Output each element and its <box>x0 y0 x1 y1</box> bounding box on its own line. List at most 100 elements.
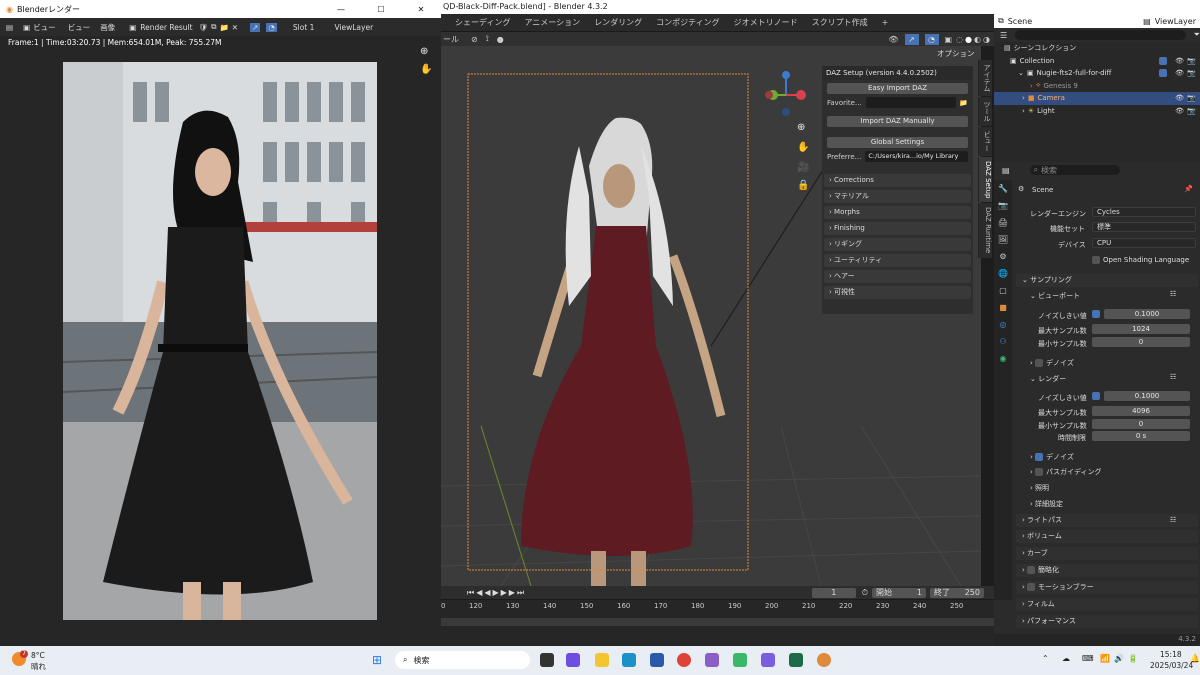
constraints-tab-icon[interactable]: ⚇ <box>994 337 1012 346</box>
task-view-icon[interactable] <box>540 653 554 667</box>
visibility-icon[interactable]: 👁 <box>888 35 898 44</box>
rendered-shading-icon[interactable]: ◑ <box>983 35 990 44</box>
view-menu-2[interactable]: ビュー <box>68 22 91 33</box>
gizmo-toggle-icon[interactable]: ↗ <box>904 33 919 45</box>
file-explorer-icon[interactable] <box>595 653 609 667</box>
performance-panel[interactable]: › パフォーマンス <box>1016 615 1198 628</box>
tab-view[interactable]: ビュー <box>978 127 992 156</box>
tree-item-nugie[interactable]: ⌄ ▣ Nugie-fts2-full-for-diff 👁 📷 <box>994 67 1200 80</box>
current-frame-field[interactable]: 1 <box>811 587 856 598</box>
zoom-icon[interactable]: ⊕ <box>797 122 805 133</box>
eye-icon[interactable]: 👁 <box>1175 107 1184 115</box>
edge-icon[interactable] <box>622 653 636 667</box>
section-rigging[interactable]: › リギング <box>824 238 971 251</box>
view-layer-selector[interactable]: ViewLayer <box>334 23 373 32</box>
data-tab-icon[interactable]: ◉ <box>994 354 1012 363</box>
expand-chevron-icon[interactable]: › <box>1022 107 1025 115</box>
output-tab-icon[interactable]: 🖨 <box>994 218 1012 227</box>
motion-blur-panel[interactable]: › モーションブラー <box>1016 581 1198 594</box>
app-icon-4[interactable] <box>789 653 803 667</box>
view-menu[interactable]: ビュー <box>33 22 56 33</box>
viewport-menu-partial[interactable]: ール <box>443 34 459 45</box>
editor-type-icon[interactable]: ▤ <box>1002 166 1010 175</box>
section-morphs[interactable]: › Morphs <box>824 206 971 219</box>
easy-import-daz-button[interactable]: Easy Import DAZ <box>827 83 968 94</box>
display-mode-icon[interactable]: ☰ <box>1000 31 1007 40</box>
vp-noise-threshold-field[interactable]: 0.1000 <box>1104 309 1190 319</box>
expand-chevron-icon[interactable]: › <box>1030 82 1033 90</box>
curves-panel[interactable]: › カーブ <box>1016 547 1198 560</box>
store-icon[interactable] <box>650 653 664 667</box>
wifi-icon[interactable]: 📶 <box>1100 654 1110 663</box>
render-icon[interactable]: 📷 <box>1187 69 1196 77</box>
import-daz-manually-button[interactable]: Import DAZ Manually <box>827 116 968 127</box>
tree-item-collection[interactable]: ▣ Collection 👁 📷 <box>994 55 1200 68</box>
notification-bell-icon[interactable]: 🔔 <box>1190 654 1200 663</box>
tool-icon[interactable]: ↗ <box>250 22 261 32</box>
layers-icon[interactable]: ▤ <box>1143 17 1151 26</box>
section-materials[interactable]: › マテリアル <box>824 190 971 203</box>
clock-date[interactable]: 2025/03/24 <box>1150 661 1193 670</box>
physics-tab-icon[interactable]: ◎ <box>994 320 1012 329</box>
start-button[interactable]: ⊞ <box>372 653 386 667</box>
world-tab-icon[interactable]: 🌐 <box>994 269 1012 278</box>
global-settings-button[interactable]: Global Settings <box>827 137 968 148</box>
lights-subpanel[interactable]: › 照明 <box>1030 483 1049 493</box>
checkbox[interactable] <box>1159 56 1167 65</box>
options-menu[interactable]: オプション <box>937 48 975 59</box>
film-panel[interactable]: › フィルム <box>1016 598 1198 611</box>
vp-max-samples-field[interactable]: 1024 <box>1092 324 1190 334</box>
timeline-scrollbar[interactable] <box>441 618 994 626</box>
tab-tool[interactable]: ツール <box>978 97 992 126</box>
fake-user-icon[interactable]: 🛡 <box>199 23 209 32</box>
tree-root[interactable]: ▤ シーンコレクション <box>994 42 1200 55</box>
unlink-icon[interactable]: ✕ <box>232 23 238 32</box>
osl-checkbox-row[interactable]: Open Shading Language <box>1092 256 1189 264</box>
eye-icon[interactable]: 👁 <box>1175 94 1184 102</box>
list-icon[interactable]: ☷ <box>1170 290 1176 298</box>
zoom-icon[interactable]: ⊕ <box>420 46 428 57</box>
filter-icon[interactable]: ⏷ <box>1194 30 1200 40</box>
xray-icon[interactable]: ▣ <box>945 35 953 44</box>
osl-checkbox[interactable] <box>1092 256 1100 264</box>
advanced-subpanel[interactable]: › 詳細設定 <box>1030 499 1063 509</box>
weather-temp[interactable]: 8°C <box>31 651 45 660</box>
render-noise-checkbox[interactable] <box>1092 392 1100 400</box>
view-mode-icon[interactable]: ▣ <box>23 23 30 32</box>
view-layer-tab-icon[interactable]: 🖼 <box>994 235 1012 244</box>
end-frame-field[interactable]: 終了 250 <box>930 587 984 598</box>
tab-rendering[interactable]: レンダリング <box>594 17 642 28</box>
view-layer-selector[interactable]: ViewLayer <box>1155 17 1196 26</box>
section-finishing[interactable]: › Finishing <box>824 222 971 235</box>
render-icon[interactable]: 📷 <box>1187 107 1196 115</box>
eye-icon[interactable]: 👁 <box>1175 69 1184 77</box>
transform-orientation-icon[interactable]: ⊘ <box>471 35 478 44</box>
expand-chevron-icon[interactable]: ⌄ <box>1018 69 1024 77</box>
start-frame-field[interactable]: 開始 1 <box>872 587 926 598</box>
vp-noise-checkbox[interactable] <box>1092 310 1100 318</box>
tree-item-camera[interactable]: › ■ Camera 👁 📷 <box>994 92 1200 105</box>
tool-tab-icon[interactable]: 🔧 <box>994 184 1012 193</box>
render-icon[interactable]: 📷 <box>1187 57 1196 65</box>
solid-shading-icon[interactable]: ● <box>965 35 972 44</box>
path-guiding-subpanel[interactable]: › パスガイディング <box>1030 467 1102 477</box>
object-tab-icon[interactable]: ■ <box>994 303 1012 312</box>
tab-daz-setup[interactable]: DAZ Setup <box>978 157 992 203</box>
tree-item-genesis[interactable]: › ⟡ Genesis 9 <box>994 80 1200 93</box>
tab-shading[interactable]: シェーディング <box>455 17 510 28</box>
checkbox[interactable] <box>1159 69 1167 78</box>
weather-condition[interactable]: 晴れ <box>31 661 46 672</box>
chrome-icon[interactable] <box>677 653 691 667</box>
volumes-panel[interactable]: › ボリューム <box>1016 530 1198 543</box>
denoise-checkbox[interactable] <box>1035 453 1044 461</box>
simplify-checkbox[interactable] <box>1027 566 1036 574</box>
section-visibility[interactable]: › 可視性 <box>824 286 971 299</box>
pan-hand-icon[interactable]: ✋ <box>420 64 432 75</box>
daz-panel-header[interactable]: DAZ Setup (version 4.4.0.2502) <box>822 66 973 80</box>
lock-icon[interactable]: 🔒 <box>797 180 809 191</box>
scene-tab-icon[interactable]: ⚙ <box>994 252 1012 261</box>
favorite-field[interactable] <box>865 97 957 108</box>
render-min-samples-field[interactable]: 0 <box>1092 419 1190 429</box>
render-tab-icon[interactable]: 📷 <box>994 201 1012 210</box>
open-image-icon[interactable]: 📁 <box>219 23 228 32</box>
